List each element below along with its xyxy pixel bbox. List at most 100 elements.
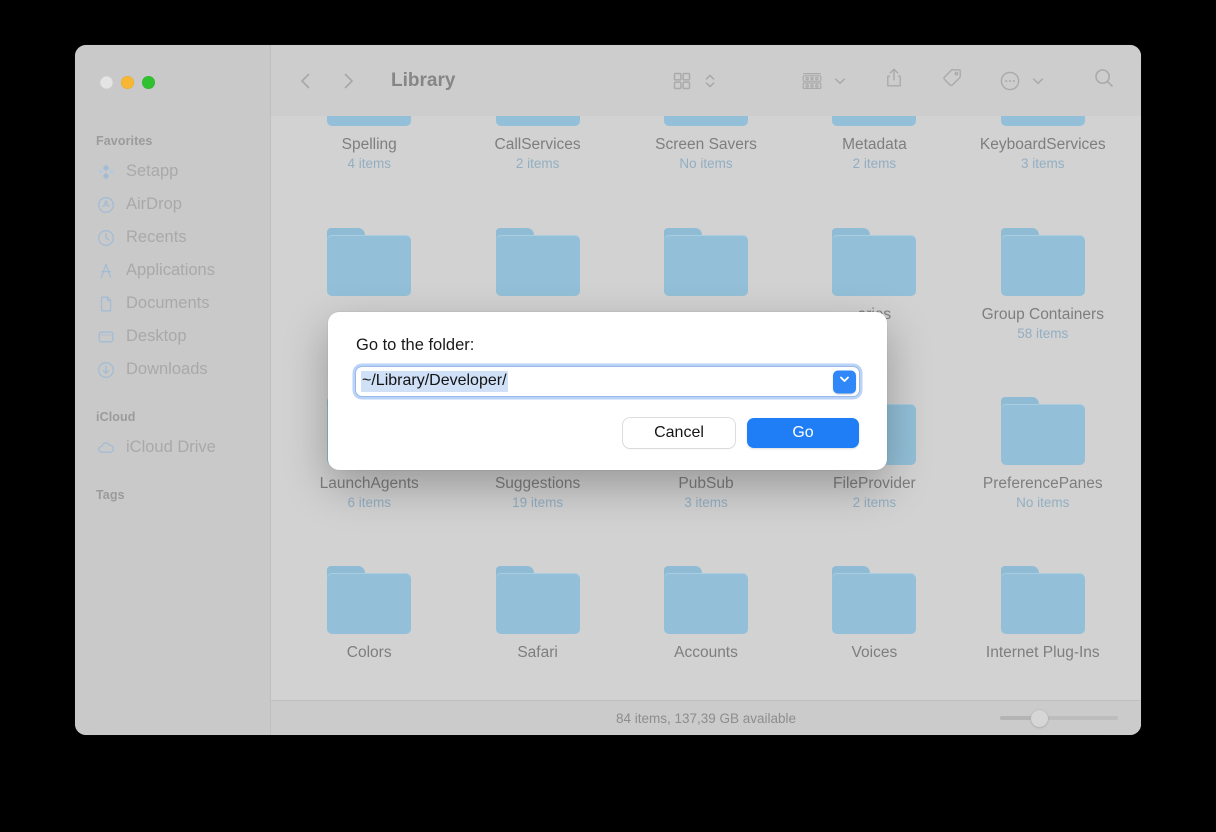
file-item[interactable]: Voices [790, 566, 958, 663]
icon-view-icon[interactable] [665, 64, 699, 98]
file-name: Group Containers [981, 306, 1104, 323]
file-count: 2 items [515, 156, 560, 171]
file-name: FileProvider [833, 475, 916, 492]
file-item[interactable]: Accounts [622, 566, 790, 663]
chevron-down-icon [838, 373, 851, 391]
sidebar-item-label: Recents [126, 228, 187, 246]
dialog-buttons: Cancel Go [356, 418, 859, 448]
file-name: KeyboardServices [979, 136, 1106, 153]
file-name: Internet Plug-Ins [985, 644, 1100, 661]
file-count: 19 items [512, 495, 564, 510]
minimize-button[interactable] [121, 76, 134, 89]
file-item[interactable]: Group Containers 58 items [959, 228, 1127, 343]
file-name: Metadata [842, 136, 907, 153]
folder-icon [663, 116, 748, 126]
file-count: No items [679, 156, 733, 171]
sidebar-item-label: iCloud Drive [126, 438, 216, 456]
folder-icon [327, 116, 412, 126]
file-name: LaunchAgents [319, 475, 419, 492]
maximize-button[interactable] [142, 76, 155, 89]
group-by-icon[interactable] [795, 64, 829, 98]
folder-icon [832, 228, 917, 296]
download-icon [96, 360, 115, 379]
chevron-down-icon[interactable] [1031, 64, 1045, 98]
folder-icon [1000, 116, 1085, 126]
file-name: PubSub [678, 475, 734, 492]
file-item[interactable]: Colors [285, 566, 453, 663]
status-bar: 84 items, 137,39 GB available [271, 700, 1141, 735]
folder-icon [1000, 228, 1085, 296]
folder-icon [495, 116, 580, 126]
document-icon [96, 294, 115, 313]
desktop-icon [96, 327, 115, 346]
toolbar: Library [271, 45, 1141, 116]
file-name: Safari [517, 644, 558, 661]
ellipsis-circle-icon[interactable] [993, 64, 1027, 98]
file-name: Spelling [341, 136, 397, 153]
file-item[interactable]: Screen Savers No items [622, 116, 790, 173]
file-item[interactable]: Internet Plug-Ins [959, 566, 1127, 663]
tag-button[interactable] [935, 64, 969, 98]
folder-path-input[interactable]: ~/Library/Developer/ [361, 371, 508, 392]
sidebar-section-tags-title: Tags [96, 488, 125, 502]
file-item[interactable]: PreferencePanes No items [959, 397, 1127, 512]
status-text: 84 items, 137,39 GB available [615, 710, 797, 726]
sidebar-item-label: AirDrop [126, 195, 182, 213]
path-dropdown-button[interactable] [833, 370, 856, 393]
chevron-updown-icon[interactable] [703, 64, 717, 98]
sidebar-item-desktop[interactable]: Desktop [75, 320, 270, 353]
sidebar-item-label: Setapp [126, 162, 179, 180]
file-item[interactable]: CallServices 2 items [453, 116, 621, 173]
share-button[interactable] [877, 64, 911, 98]
folder-path-combobox[interactable]: ~/Library/Developer/ [356, 367, 859, 396]
file-name: Voices [851, 644, 898, 661]
more-actions-control[interactable] [993, 64, 1045, 98]
sidebar-item-downloads[interactable]: Downloads [75, 353, 270, 386]
tag-icon [940, 66, 964, 95]
chevron-down-icon[interactable] [833, 64, 847, 98]
share-icon [883, 66, 905, 95]
file-count: 4 items [347, 156, 391, 171]
sidebar-item-airdrop[interactable]: AirDrop [75, 188, 270, 221]
folder-icon [1000, 397, 1085, 465]
file-name: Accounts [674, 644, 738, 661]
sidebar-item-setapp[interactable]: Setapp [75, 155, 270, 188]
slider-knob[interactable] [1030, 709, 1048, 727]
file-name: Screen Savers [655, 136, 757, 153]
view-switcher[interactable] [665, 64, 717, 98]
go-button[interactable]: Go [747, 418, 859, 448]
file-count: 2 items [852, 156, 897, 171]
airdrop-icon [96, 195, 115, 214]
sidebar-item-documents[interactable]: Documents [75, 287, 270, 320]
folder-icon [495, 228, 580, 296]
sidebar-section-icloud-title: iCloud [96, 410, 136, 424]
search-button[interactable] [1087, 64, 1121, 98]
file-row: Colors Safari Accounts Voices Internet P… [285, 566, 1127, 663]
forward-button[interactable] [327, 61, 369, 101]
folder-icon [1000, 566, 1085, 634]
cloud-icon [96, 438, 115, 457]
cancel-button[interactable]: Cancel [623, 418, 735, 448]
sidebar-item-applications[interactable]: Applications [75, 254, 270, 287]
close-button[interactable] [100, 76, 113, 89]
screen: Favorites Setapp AirDrop Recents Applica… [0, 0, 1216, 832]
group-by-control[interactable] [795, 64, 847, 98]
sidebar-item-recents[interactable]: Recents [75, 221, 270, 254]
window-title: Library [391, 69, 456, 91]
file-item[interactable]: Metadata 2 items [790, 116, 958, 173]
folder-icon [832, 116, 917, 126]
sidebar-item-label: Desktop [126, 327, 187, 345]
file-item[interactable]: Safari [453, 566, 621, 663]
folder-icon [832, 566, 917, 634]
back-button[interactable] [285, 61, 327, 101]
folder-icon [663, 228, 748, 296]
sidebar: Favorites Setapp AirDrop Recents Applica… [75, 45, 271, 735]
icon-size-slider[interactable] [1000, 709, 1118, 727]
file-name: Suggestions [494, 475, 581, 492]
file-item[interactable]: Spelling 4 items [285, 116, 453, 173]
folder-icon [327, 228, 412, 296]
folder-icon [663, 566, 748, 634]
file-name: Colors [346, 644, 392, 661]
file-item[interactable]: KeyboardServices 3 items [959, 116, 1127, 173]
sidebar-item-icloud-drive[interactable]: iCloud Drive [75, 431, 270, 464]
